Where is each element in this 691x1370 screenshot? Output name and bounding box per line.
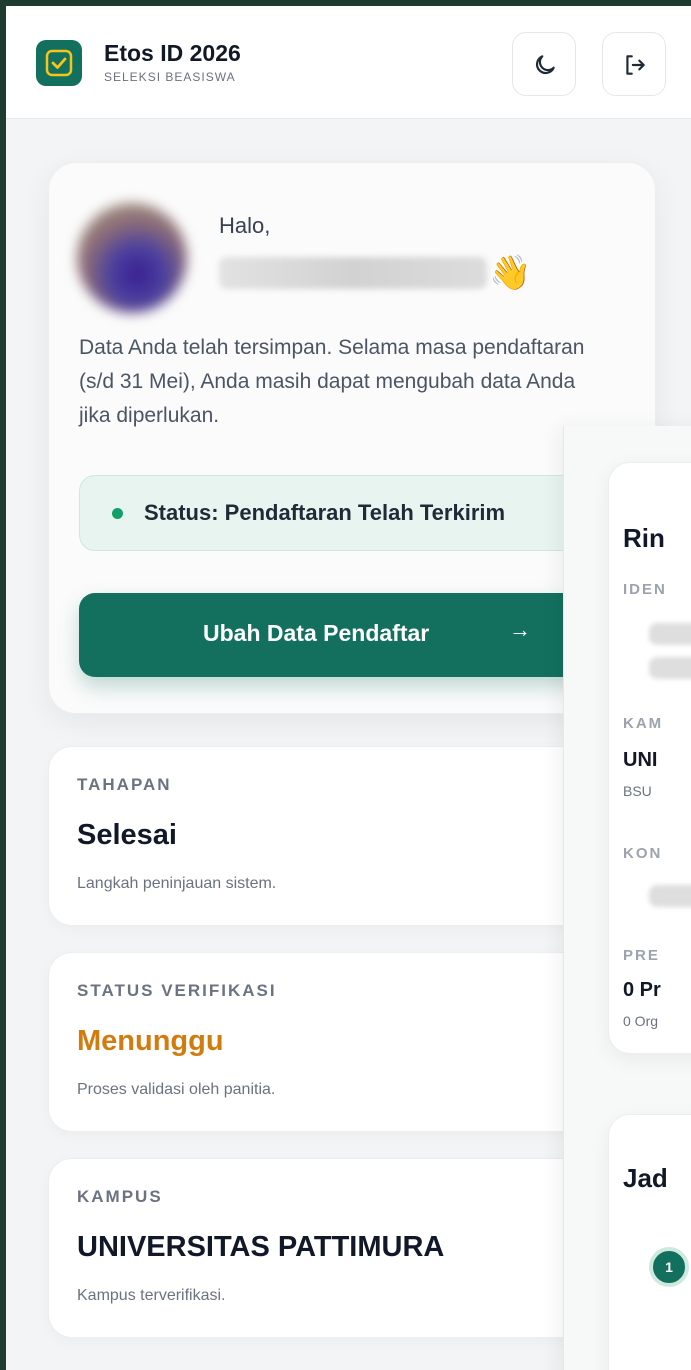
verification-label: STATUS VERIFIKASI <box>77 981 277 1000</box>
greeting-message: Data Anda telah tersimpan. Selama masa p… <box>79 336 585 427</box>
status-text: Status: Pendaftaran Telah Terkirim <box>144 500 506 525</box>
greeting-hello: Halo, <box>219 213 271 238</box>
step-number: 1 <box>665 1259 673 1275</box>
logout-icon <box>626 55 645 75</box>
step-marker: 1 <box>649 1247 689 1287</box>
summary-title: Rin <box>623 523 665 553</box>
logo-check-icon <box>36 40 82 86</box>
check-badge-icon <box>45 49 73 77</box>
summary-card: Rin IDEN KAM UNI BSU KON PRE 0 Pr 0 Org <box>608 462 691 1054</box>
contact-label: KON <box>623 845 663 862</box>
app-frame: Etos ID 2026 SELEKSI BEASISWA Halo, 👋 Da… <box>6 6 691 1370</box>
campus-description: Kampus terverifikasi. <box>77 1287 226 1304</box>
edit-data-button[interactable]: Ubah Data Pendaftar → <box>79 593 639 677</box>
schedule-title: Jad <box>623 1163 668 1193</box>
summary-side-panel: Rin IDEN KAM UNI BSU KON PRE 0 Pr 0 Org … <box>563 426 691 1370</box>
achievement-value: 0 Pr <box>623 979 661 1001</box>
theme-toggle-button[interactable] <box>512 32 576 96</box>
app-title: Etos ID 2026 <box>104 40 241 66</box>
verification-description: Proses validasi oleh panitia. <box>77 1081 276 1098</box>
app-subtitle: SELEKSI BEASISWA <box>104 70 236 84</box>
user-name-redacted <box>219 257 487 289</box>
stage-value: Selesai <box>77 819 177 851</box>
campus-value: UNIVERSITAS PATTIMURA <box>77 1231 445 1263</box>
contact-value-redacted <box>649 885 691 907</box>
campus-summary-sub: BSU <box>623 783 652 799</box>
identity-value-redacted-2 <box>649 657 691 679</box>
verification-value: Menunggu <box>77 1025 224 1057</box>
arrow-right-icon: → <box>509 617 531 642</box>
campus-summary-value: UNI <box>623 749 658 771</box>
identity-value-redacted <box>649 623 691 645</box>
top-bar: Etos ID 2026 SELEKSI BEASISWA <box>6 6 691 119</box>
status-dot-icon <box>112 508 123 519</box>
campus-label: KAMPUS <box>77 1187 163 1206</box>
schedule-card: Jad 1 <box>608 1114 691 1370</box>
wave-emoji-icon: 👋 <box>489 254 532 292</box>
achievement-sub: 0 Org <box>623 1013 659 1029</box>
stage-description: Langkah peninjauan sistem. <box>77 875 277 892</box>
logout-button[interactable] <box>602 32 666 96</box>
identity-label: IDEN <box>623 581 667 598</box>
status-badge: Status: Pendaftaran Telah Terkirim <box>79 475 639 551</box>
edit-data-button-label: Ubah Data Pendaftar <box>203 620 430 646</box>
avatar <box>77 203 187 313</box>
achievement-label: PRE <box>623 947 660 964</box>
stage-label: TAHAPAN <box>77 775 172 794</box>
moon-icon <box>535 55 555 75</box>
campus-summary-label: KAM <box>623 715 664 732</box>
